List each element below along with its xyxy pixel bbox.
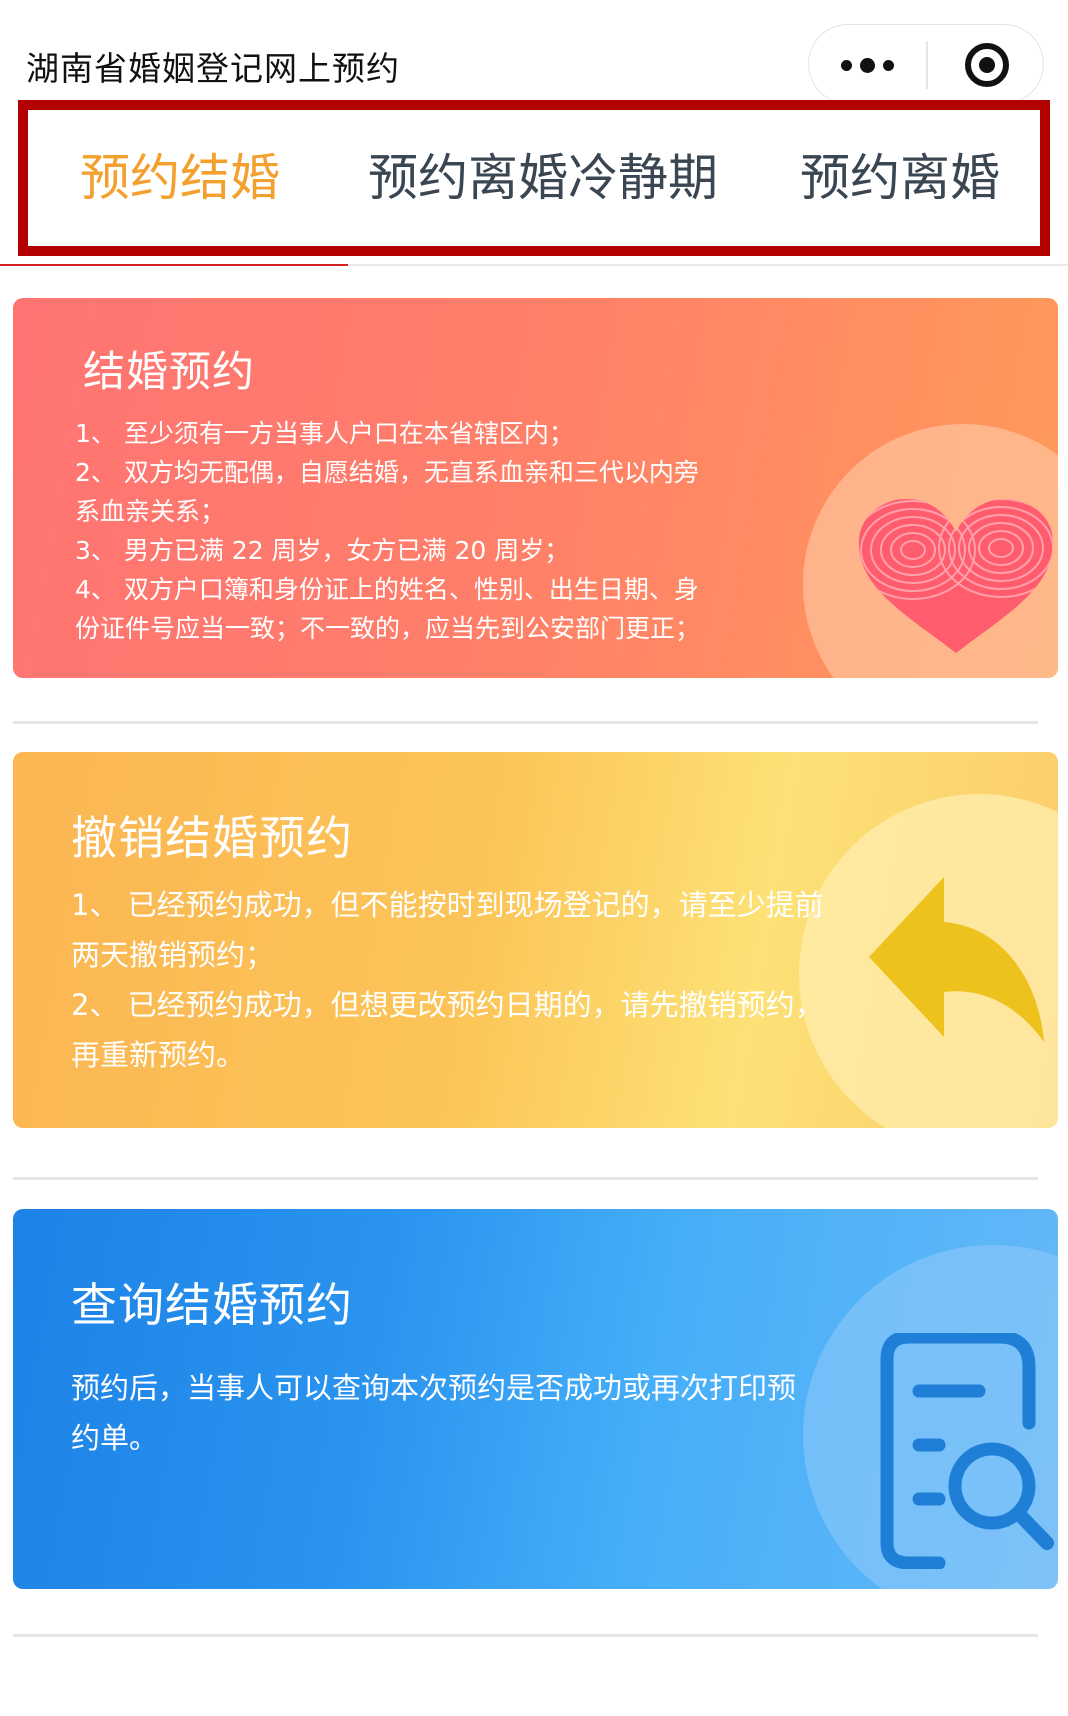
section-divider	[13, 1177, 1038, 1180]
fingerprint-heart-icon	[858, 498, 1054, 653]
card-line: 3、 男方已满 22 周岁，女方已满 20 周岁；	[75, 536, 570, 565]
undo-arrow-icon	[869, 877, 1044, 1042]
card-line: 系血亲关系；	[75, 497, 226, 526]
card-title: 查询结婚预约	[71, 1278, 353, 1332]
card-title: 结婚预约	[83, 347, 256, 396]
card-line: 4、 双方户口簿和身份证上的姓名、性别、出生日期、身	[75, 575, 699, 604]
tab-book-divorce-cooling-period[interactable]: 预约离婚冷静期	[368, 110, 718, 246]
card-title: 撤销结婚预约	[71, 811, 353, 865]
tab-book-divorce[interactable]: 预约离婚	[800, 110, 1000, 246]
card-line: 再重新预约。	[71, 1038, 246, 1072]
card-query-booking[interactable]: 查询结婚预约 预约后，当事人可以查询本次预约是否成功或再次打印预 约单。	[13, 1209, 1058, 1589]
card-marriage-booking[interactable]: 结婚预约 1、 至少须有一方当事人户口在本省辖区内； 2、 双方均无配偶，自愿结…	[13, 298, 1058, 678]
tab-underline	[0, 264, 1068, 266]
mini-program-capsule	[808, 24, 1044, 104]
section-divider	[13, 721, 1038, 724]
card-line: 1、 已经预约成功，但不能按时到现场登记的，请至少提前	[71, 888, 824, 922]
card-line: 1、 至少须有一方当事人户口在本省辖区内；	[75, 419, 574, 448]
target-close-icon[interactable]	[928, 25, 1045, 105]
card-line: 份证件号应当一致；不一致的，应当先到公安部门更正；	[75, 614, 701, 643]
card-requirements: 1、 至少须有一方当事人户口在本省辖区内； 2、 双方均无配偶，自愿结婚，无直系…	[75, 414, 700, 648]
more-dots-icon[interactable]	[809, 25, 925, 105]
card-line: 2、 已经预约成功，但想更改预约日期的，请先撤销预约，	[71, 988, 824, 1022]
tab-bar: 预约结婚 预约离婚冷静期 预约离婚	[18, 100, 1050, 256]
tab-book-marriage[interactable]: 预约结婚	[80, 110, 280, 246]
card-line: 约单。	[71, 1421, 159, 1455]
card-cancel-booking[interactable]: 撤销结婚预约 1、 已经预约成功，但不能按时到现场登记的，请至少提前 两天撤销预…	[13, 752, 1058, 1128]
header-bar: 湖南省婚姻登记网上预约	[0, 0, 1068, 104]
active-tab-indicator	[0, 264, 348, 266]
card-description: 预约后，当事人可以查询本次预约是否成功或再次打印预 约单。	[71, 1363, 796, 1463]
card-line: 预约后，当事人可以查询本次预约是否成功或再次打印预	[71, 1371, 797, 1405]
document-search-icon	[880, 1333, 1054, 1569]
card-line: 2、 双方均无配偶，自愿结婚，无直系血亲和三代以内旁	[75, 458, 699, 487]
section-divider	[13, 1634, 1038, 1637]
card-line: 两天撤销预约；	[71, 938, 275, 972]
app-title: 湖南省婚姻登记网上预约	[26, 49, 400, 88]
card-description: 1、 已经预约成功，但不能按时到现场登记的，请至少提前 两天撤销预约； 2、 已…	[71, 880, 824, 1080]
